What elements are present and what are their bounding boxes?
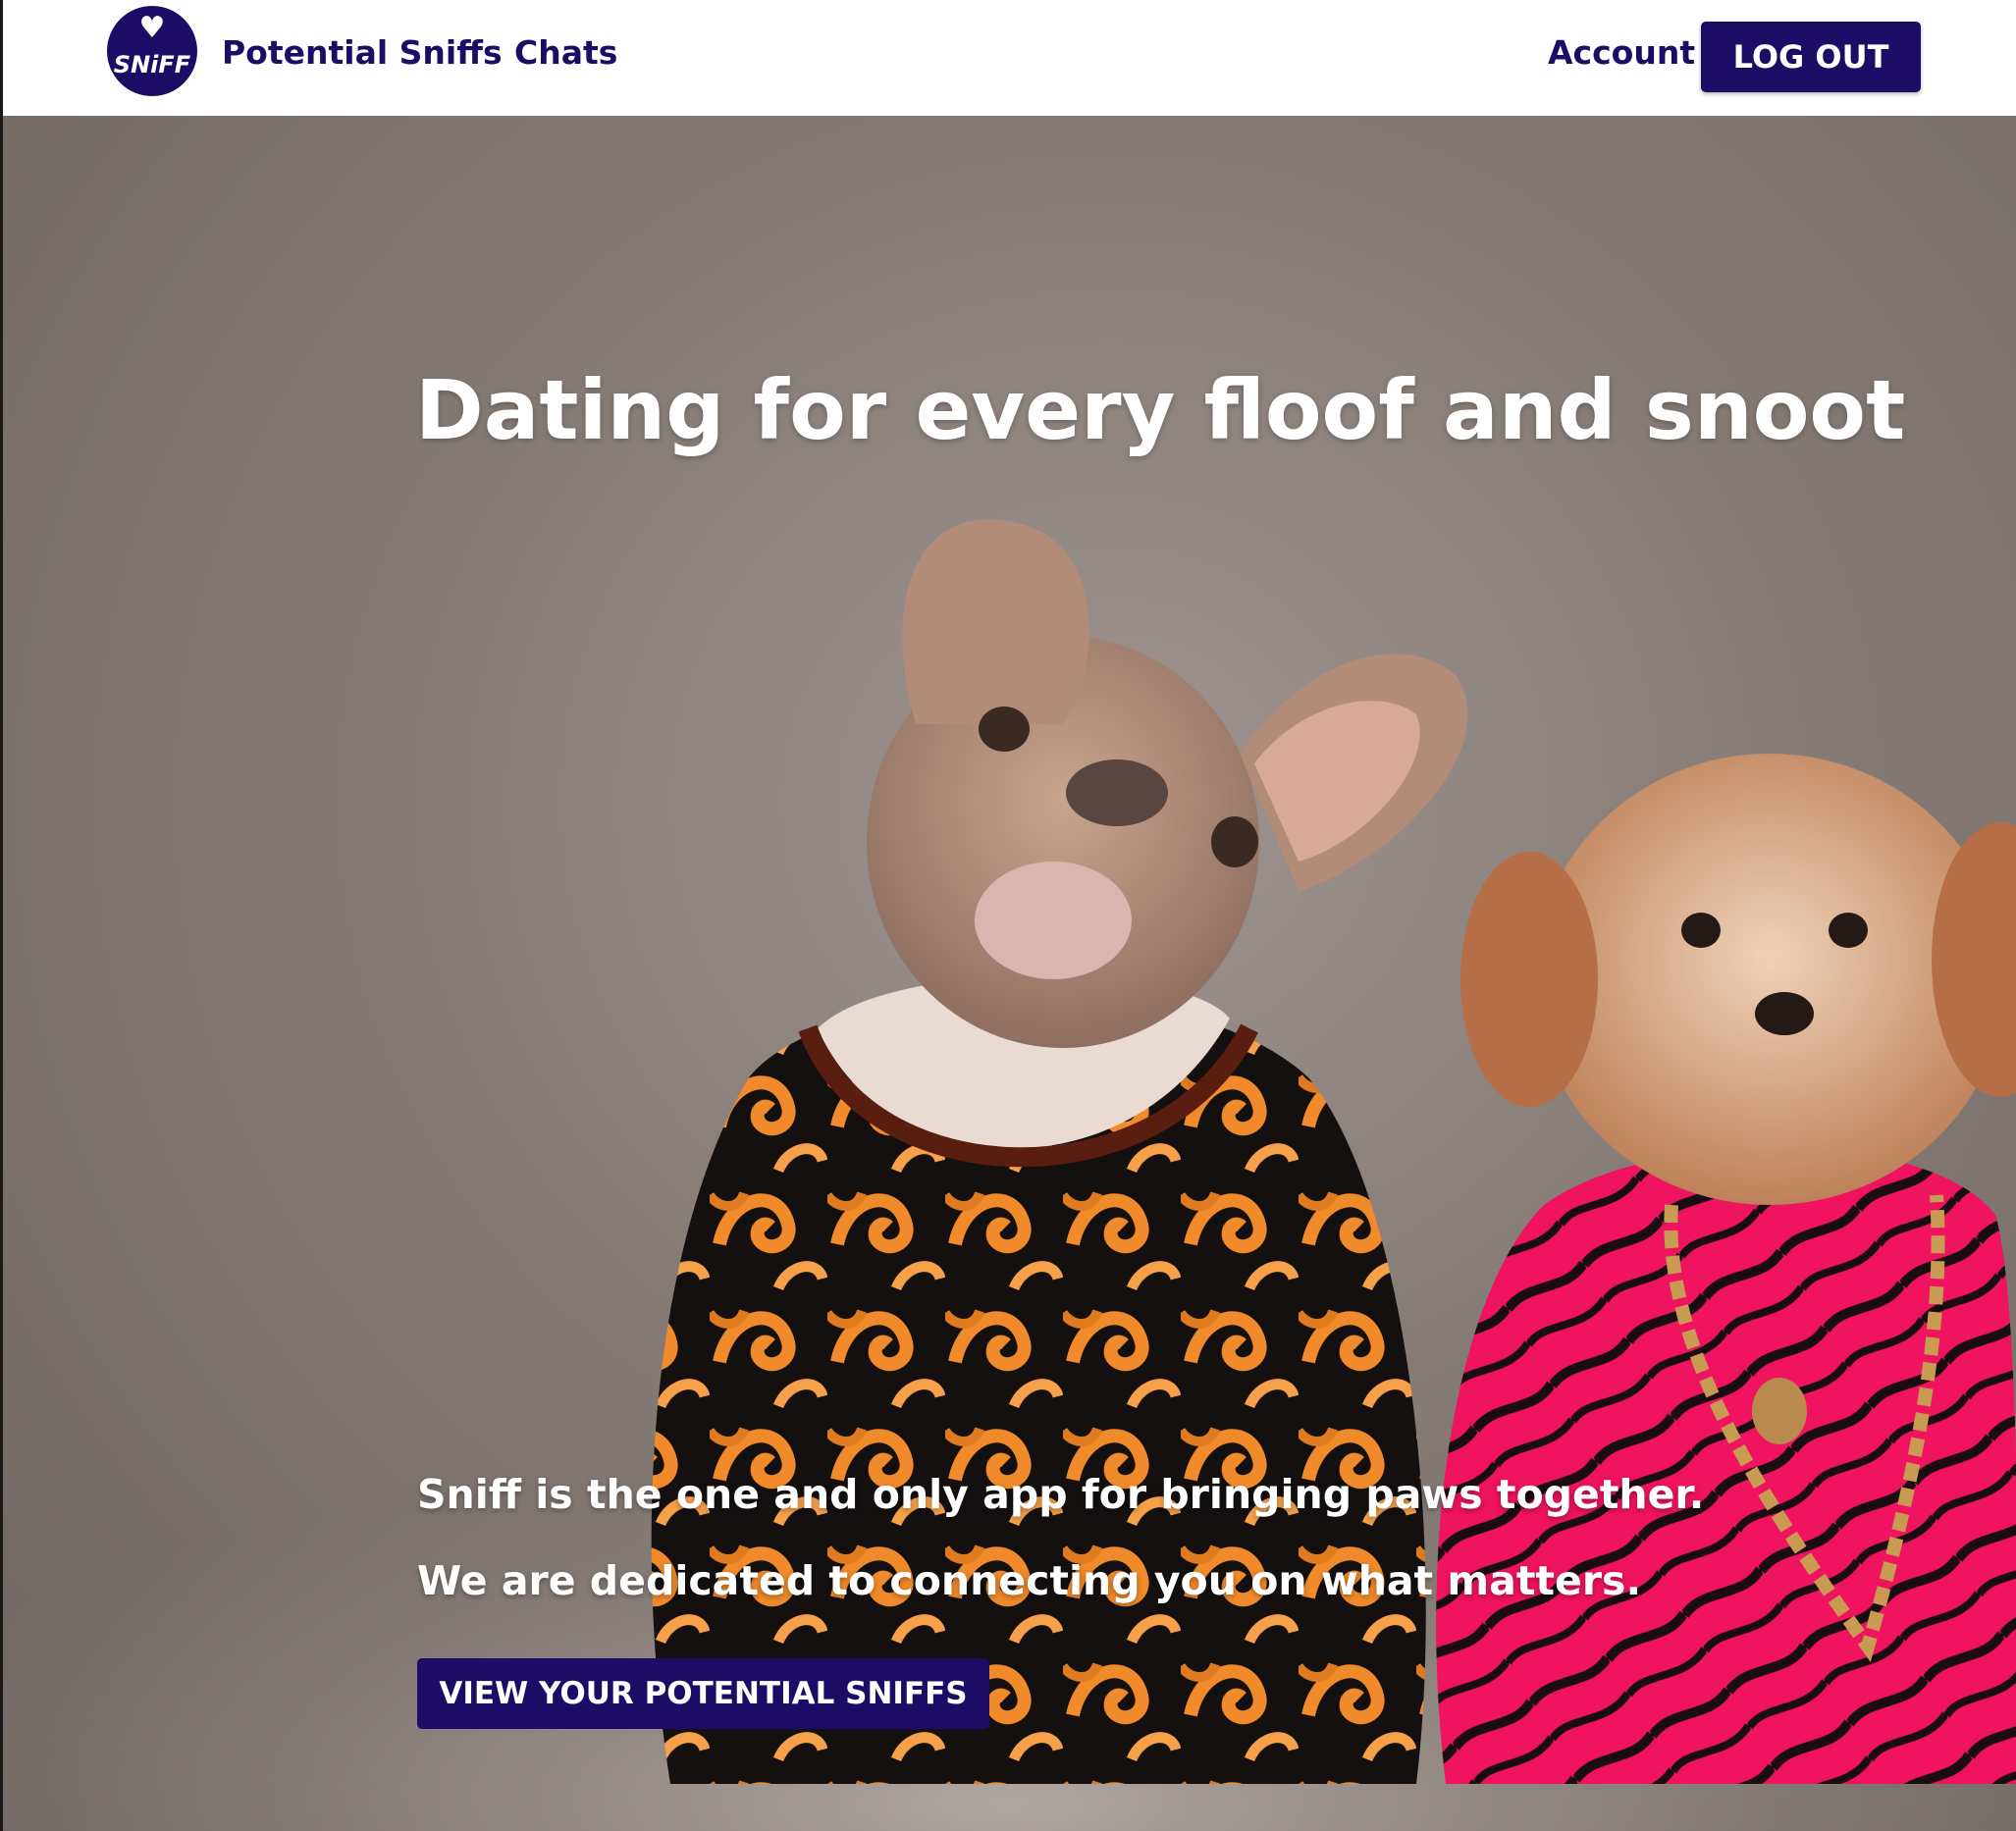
logout-button[interactable]: LOG OUT <box>1701 22 1921 92</box>
nav-link-chats[interactable]: Chats <box>514 33 617 73</box>
nav-link-potential-sniffs[interactable]: Potential Sniffs <box>222 33 503 73</box>
sniff-logo-icon[interactable]: ♥ SNiFF <box>107 6 197 96</box>
hero-tagline-1: Sniff is the one and only app for bringi… <box>417 1471 1705 1518</box>
view-potential-sniffs-button[interactable]: VIEW YOUR POTENTIAL SNIFFS <box>417 1658 989 1729</box>
hero-section: Dating for every floof and snoot Sniff i… <box>0 116 2016 1831</box>
top-navbar: ♥ SNiFF Potential Sniffs Chats Account L… <box>0 0 2016 116</box>
logo-wordmark: SNiFF <box>113 51 191 78</box>
heart-paw-icon: ♥ <box>138 11 166 45</box>
hero-title: Dating for every floof and snoot <box>415 362 1906 458</box>
hero-tagline-2: We are dedicated to connecting you on wh… <box>417 1557 1642 1604</box>
nav-link-account[interactable]: Account <box>1548 33 1695 73</box>
